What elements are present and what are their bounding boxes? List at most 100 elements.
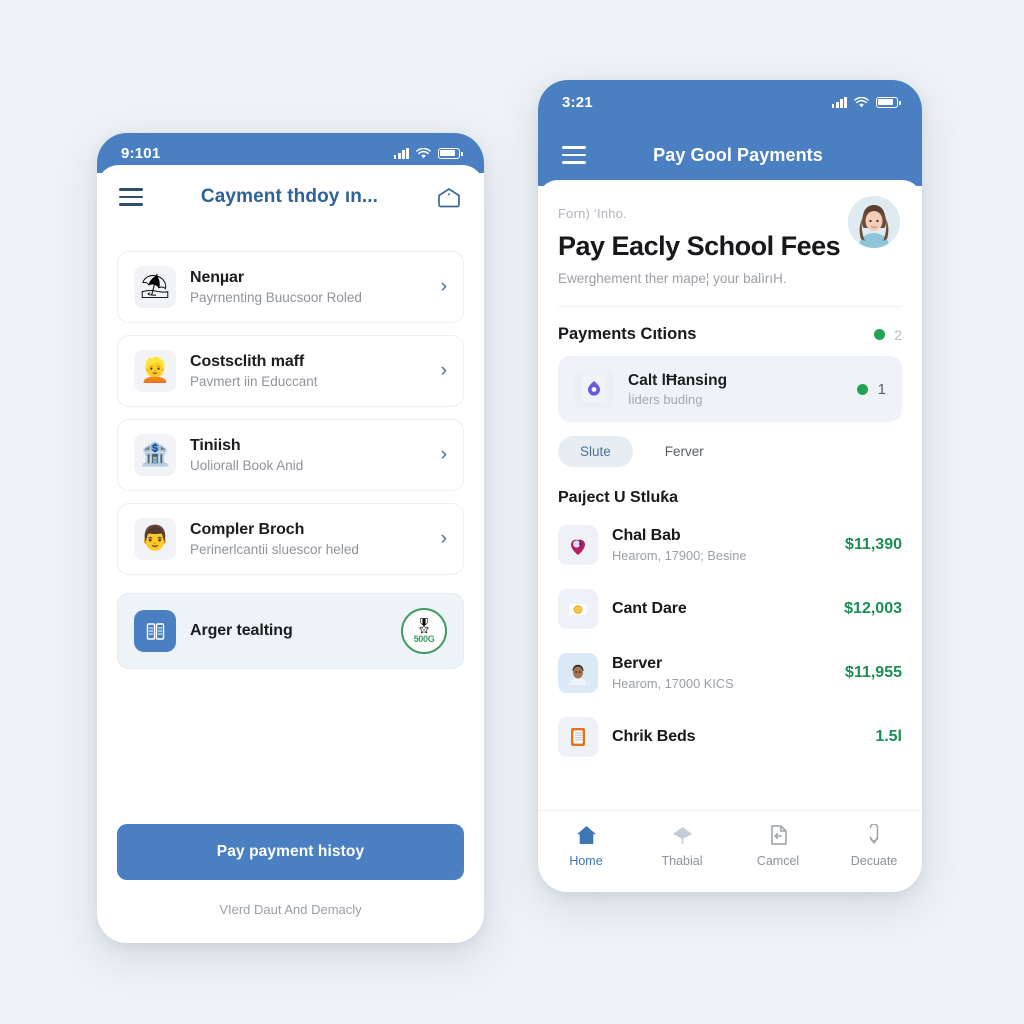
list-item-title: Nenµar [190, 269, 244, 286]
status-time: 3:21 [562, 93, 593, 111]
right-phone-mockup: 3:21 Pay Gool Payments Forn) ‘Inho. Pay … [538, 80, 922, 892]
transaction-name: Cant Dare [612, 600, 687, 617]
divider [558, 306, 902, 307]
screenshot-canvas: 9:101 Cayment thdoy ın... ⛱ Nenµar Payrn… [0, 0, 1024, 1024]
table-row[interactable]: Chal Bab Hearom, 17900; Besine $11,390 [558, 513, 902, 577]
battery-icon [876, 96, 901, 108]
payment-option-value: 1 [877, 380, 886, 398]
user-avatar-photo[interactable] [848, 196, 900, 248]
chevron-right-icon[interactable]: › [441, 444, 447, 466]
table-row-text: Chal Bab Hearom, 17900; Besine [612, 527, 831, 563]
status-dot-icon [856, 383, 868, 395]
list-item-title: Compler Broch [190, 521, 305, 538]
left-footer: Pay payment histoy VIerd Daut And Demacl… [97, 824, 484, 943]
gold-coin-icon [558, 589, 598, 629]
list-item-subtitle: Payrnenting Buucsoor Roled [190, 290, 362, 305]
filter-chip-group: Slute Ferver [558, 436, 902, 467]
status-dot-icon [874, 329, 886, 340]
document-grid-icon [134, 610, 176, 652]
chip-ferver[interactable]: Ferver [643, 436, 726, 467]
transaction-subtitle: Hearom, 17900; Besine [612, 548, 747, 563]
list-item-text: Costsclith maff Pavmert iin Educcant [190, 353, 427, 389]
table-row[interactable]: Berver Hearom, 17000 KICS $11,955 [558, 641, 902, 705]
tab-home[interactable]: Home [538, 823, 634, 868]
mail-open-icon[interactable] [436, 186, 462, 208]
left-app-bar: Cayment thdoy ın... [97, 165, 484, 229]
chip-slute[interactable]: Slute [558, 436, 633, 467]
section-header: Payments Cıtions 2 [558, 325, 902, 344]
list-item-text: Arger tealting [190, 622, 387, 640]
list-item-selected[interactable]: Arger tealting 🎖 500G [117, 593, 464, 669]
footer-note: VIerd Daut And Demacly [219, 902, 362, 917]
list-item[interactable]: ⛱ Nenµar Payrnenting Buucsoor Roled › [117, 251, 464, 323]
transactions-title: Paıject U Stluƙa [558, 489, 679, 506]
list-item[interactable]: 👨 Compler Broch Perinerlcantii sluescor … [117, 503, 464, 575]
badge-label: 500G [413, 633, 435, 644]
tab-label: Home [569, 854, 603, 868]
notepad-icon [558, 717, 598, 757]
certificate-badge-icon[interactable]: 🎖 500G [401, 608, 447, 654]
person-avatar-icon: 👨 [134, 518, 176, 560]
table-row-text: Chrik Beds [612, 728, 861, 746]
transaction-amount: $11,955 [845, 664, 902, 681]
list-item-text: Tiniish Uoliorall Book Anid [190, 437, 427, 473]
battery-icon [438, 147, 463, 159]
section-title: Payments Cıtions [558, 325, 697, 343]
list-item-subtitle: Pavmert iin Educcant [190, 374, 318, 389]
payment-option-text: Calt lĦansing Ìiders buding [628, 372, 843, 407]
signal-bars-icon [393, 147, 409, 159]
list-item[interactable]: 👱 Costsclith maff Pavmert iin Educcant › [117, 335, 464, 407]
diamond-icon [671, 823, 694, 847]
hero-subtitle: Ewerghement ther mape¦ your balìrıH. [558, 271, 787, 286]
tab-thabial[interactable]: Thabial [634, 823, 730, 868]
list-item-title: Costsclith maff [190, 353, 305, 370]
person-orange-icon: 👱 [134, 350, 176, 392]
right-app-bar: Pay Gool Payments [538, 124, 922, 186]
page-title: Cayment thdoy ın... [200, 186, 379, 207]
beach-umbrella-icon: ⛱ [134, 266, 176, 308]
chevron-right-icon[interactable]: › [441, 528, 447, 550]
list-item-text: Nenµar Payrnenting Buucsoor Roled [190, 269, 427, 305]
status-icon-group [831, 96, 901, 108]
transaction-subtitle: Hearom, 17000 KICS [612, 676, 734, 691]
hamburger-menu-icon[interactable] [119, 188, 143, 206]
payment-option-subtitle: Ìiders buding [628, 391, 703, 407]
transaction-amount: $11,390 [845, 536, 902, 553]
badge-emblem-icon: 🎖 [414, 617, 434, 635]
list-item-subtitle: Uoliorall Book Anid [190, 458, 304, 473]
transaction-amount: $12,003 [844, 600, 902, 617]
heart-pin-icon [558, 525, 598, 565]
chevron-right-icon[interactable]: › [441, 276, 447, 298]
content-sheet: Forn) ‘Inho. Pay Eacly School Fees Ewerg… [538, 180, 922, 892]
table-row[interactable]: Cant Dare $12,003 [558, 577, 902, 641]
list-item-title: Arger tealting [190, 622, 293, 639]
tab-label: Camcel [756, 854, 800, 868]
tab-decuate[interactable]: Decuate [826, 823, 922, 868]
list-item-text: Compler Broch Perinerlcantii sluescor he… [190, 521, 427, 557]
pay-payment-history-button[interactable]: Pay payment histoy [117, 824, 464, 880]
payment-option-status: 1 [856, 380, 886, 398]
wifi-icon [854, 96, 869, 108]
tab-label: Thabial [661, 854, 703, 868]
section-status: 2 [874, 327, 902, 343]
payment-option-title: Calt lĦansing [628, 371, 728, 389]
file-arrow-icon [768, 823, 789, 847]
page-title: Pay Gool Payments [653, 144, 823, 165]
bottom-tab-bar: Home Thabial Camcel Decuate [538, 810, 922, 892]
payment-option-row[interactable]: Calt lĦansing Ìiders buding 1 [558, 356, 902, 422]
tab-camcel[interactable]: Camcel [730, 823, 826, 868]
table-row[interactable]: Chrik Beds 1.5l [558, 705, 902, 769]
list-item[interactable]: 🏦 Tiniish Uoliorall Book Anid › [117, 419, 464, 491]
section-status-value: 2 [894, 326, 902, 343]
person-face-icon [558, 653, 598, 693]
list-item-subtitle: Perinerlcantii sluescor heled [190, 542, 359, 557]
sheet-body: Forn) ‘Inho. Pay Eacly School Fees Ewerg… [538, 180, 922, 810]
list-item-title: Tiniish [190, 437, 241, 454]
chevron-right-icon[interactable]: › [441, 360, 447, 382]
left-phone-mockup: 9:101 Cayment thdoy ın... ⛱ Nenµar Payrn… [97, 133, 484, 943]
hamburger-menu-icon[interactable] [562, 146, 586, 164]
status-time: 9:101 [121, 144, 161, 162]
table-row-text: Berver Hearom, 17000 KICS [612, 655, 831, 691]
transaction-name: Berver [612, 655, 663, 672]
attachment-clip-icon [864, 823, 884, 847]
